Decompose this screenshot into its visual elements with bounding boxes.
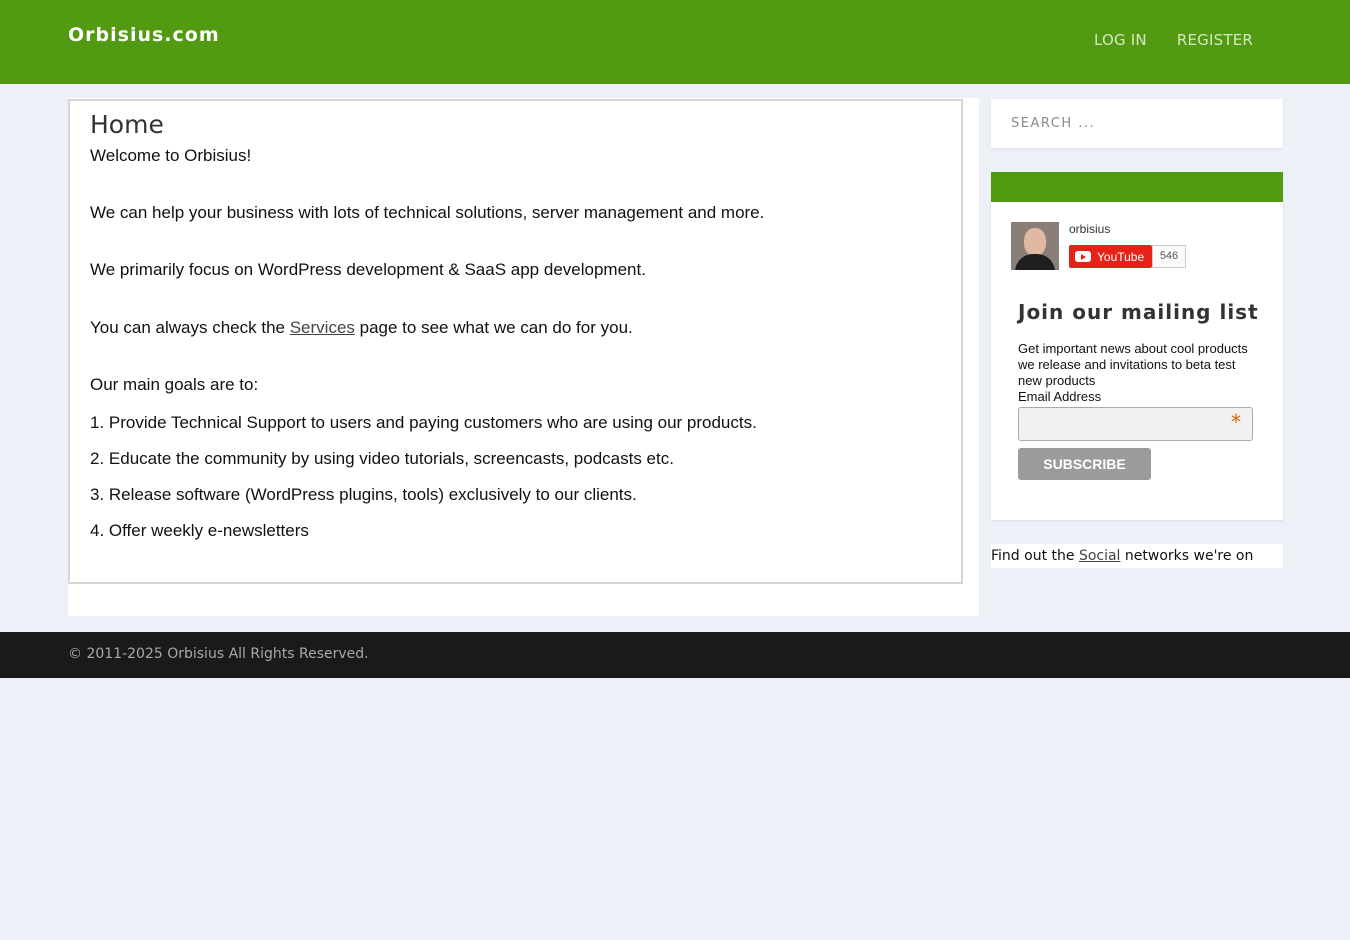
services-link[interactable]: Services [290,318,355,337]
focus-paragraph: We primarily focus on WordPress developm… [90,260,646,279]
goal-item: 2. Educate the community by using video … [90,449,674,468]
avatar-shirt [1015,254,1055,270]
goal-item: 4. Offer weekly e-newsletters [90,521,309,540]
social-widget: Find out the Social networks we're on [991,544,1283,568]
subscribe-widget: orbisius YouTube 546 Join our mailing li… [991,172,1283,520]
welcome-text: Welcome to Orbisius! [90,146,252,165]
mailing-list-description: Get important news about cool products w… [1018,341,1248,388]
search-widget [991,99,1283,148]
header-nav: LOG IN REGISTER [1094,31,1253,49]
youtube-subscribe-button[interactable]: YouTube [1069,245,1152,268]
services-text-after: page to see what we can do for you. [354,318,633,337]
social-text-before: Find out the [991,548,1079,564]
email-field[interactable] [1018,407,1253,441]
youtube-icon [1075,251,1091,262]
youtube-channel-name[interactable]: orbisius [1069,222,1110,236]
site-footer: © 2011-2025 Orbisius All Rights Reserved… [0,632,1350,678]
goals-intro: Our main goals are to: [90,375,259,394]
site-header: Orbisius.com LOG IN REGISTER [0,0,1350,84]
services-text-before: You can always check the [90,318,290,337]
subscribe-button[interactable]: Subscribe [1018,448,1151,480]
social-link[interactable]: Social [1079,548,1121,564]
search-input[interactable] [991,99,1283,148]
site-logo-link[interactable]: Orbisius.com [68,24,220,46]
email-label: Email Address [1018,389,1102,404]
youtube-button-label: YouTube [1097,249,1145,264]
page-title: Home [90,110,164,139]
services-paragraph: You can always check the Services page t… [90,318,633,338]
nav-log-in[interactable]: LOG IN [1094,31,1147,49]
required-asterisk: * [1231,410,1241,434]
main-content: Home Welcome to Orbisius! We can help yo… [68,98,979,616]
intro-paragraph: We can help your business with lots of t… [90,203,765,222]
channel-avatar[interactable] [1011,222,1059,270]
goal-item: 1. Provide Technical Support to users an… [90,413,757,432]
widget-header-bar [991,172,1283,202]
content-box: Home Welcome to Orbisius! We can help yo… [68,99,963,584]
copyright-text: © 2011-2025 Orbisius All Rights Reserved… [68,646,369,662]
nav-register[interactable]: REGISTER [1177,31,1253,49]
avatar-face [1024,228,1046,256]
social-text-after: networks we're on [1120,548,1254,564]
mailing-list-title: Join our mailing list [1018,300,1259,324]
youtube-subscriber-count: 546 [1152,245,1186,268]
goal-item: 3. Release software (WordPress plugins, … [90,485,637,504]
